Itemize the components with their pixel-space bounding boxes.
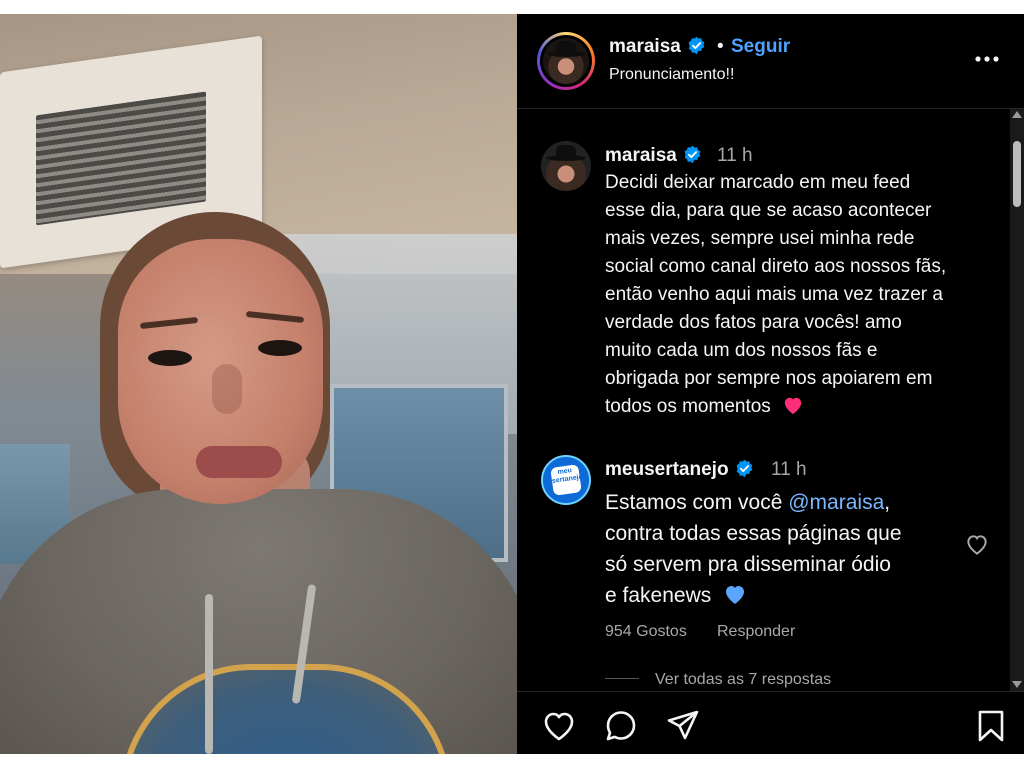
meusertanejo-logo-text: meu sertanejo [551, 467, 584, 485]
scrollbar-thumb[interactable] [1013, 141, 1021, 207]
verified-badge-icon [736, 459, 752, 478]
comment-line: social como canal direto aos nossos fãs, [605, 256, 947, 277]
comment-timestamp: 11 h [717, 145, 753, 166]
pink-heart-icon [784, 397, 802, 415]
comment-username-link[interactable]: meusertanejo [605, 459, 754, 481]
post-header: maraisa • Seguir Pronunciamento!! [517, 14, 1024, 109]
view-replies-line [605, 678, 639, 679]
more-horizontal-icon[interactable] [972, 44, 1002, 74]
comment-line: Estamos com você @maraisa, [605, 487, 902, 518]
comment-line: obrigada por sempre nos apoiarem em [605, 368, 933, 389]
comment-avatar[interactable]: meu sertanejo [541, 455, 591, 505]
comment-line-last: e fakenews [605, 580, 902, 611]
comment-line: Decidi deixar marcado em meu feed [605, 172, 911, 193]
mention-link[interactable]: @maraisa [788, 491, 884, 514]
scroll-up-arrow-icon[interactable] [1012, 111, 1022, 118]
author-avatar[interactable] [537, 32, 595, 90]
photo-nose [212, 364, 242, 414]
view-replies-button[interactable]: Ver todas as 7 respostas [605, 671, 831, 689]
comment-text-suffix: , [884, 491, 891, 514]
verified-badge-icon [684, 145, 701, 164]
scroll-down-arrow-icon[interactable] [1012, 681, 1022, 688]
verified-badge-icon [688, 36, 705, 55]
comment-line-last: todos os momentos [605, 393, 946, 421]
comment-line: contra todas essas páginas que [605, 522, 902, 545]
send-icon[interactable] [665, 708, 701, 744]
reply-button[interactable]: Responder [717, 623, 795, 641]
photo-ac-vent [36, 91, 206, 226]
post-actions-bar [517, 691, 1024, 755]
comment-username: meusertanejo [605, 459, 729, 480]
post-side-panel: maraisa • Seguir Pronunciamento!! marais… [517, 14, 1024, 754]
bookmark-icon[interactable] [973, 708, 1009, 744]
author-username: maraisa [609, 36, 681, 57]
comment-username: maraisa [605, 145, 677, 166]
photo-eye [148, 350, 192, 366]
avatar-border [540, 35, 592, 87]
comment-like-icon[interactable] [964, 532, 990, 558]
meusertanejo-logo: meu sertanejo [550, 464, 584, 496]
photo-eye [258, 340, 302, 356]
comment-line: verdade dos fatos para vocês! amo [605, 312, 902, 333]
comments-scrollbar[interactable] [1010, 109, 1024, 691]
comment-line: só servem pra disseminar ódio [605, 553, 891, 576]
comment-text: Estamos com você @maraisa, contra todas … [605, 487, 902, 611]
comment-line: e fakenews [605, 584, 712, 607]
comment-timestamp: 11 h [771, 459, 807, 480]
follow-button[interactable]: Seguir [731, 36, 790, 58]
photo-hood-string [205, 594, 213, 754]
photo-lips [196, 446, 282, 478]
comment-avatar[interactable] [541, 141, 591, 191]
avatar-image [543, 38, 589, 84]
header-separator: • [717, 36, 724, 57]
comment-icon[interactable] [603, 708, 639, 744]
blue-heart-icon [726, 586, 745, 604]
comment-line: mais vezes, sempre usei minha rede [605, 228, 915, 249]
heart-outline-icon[interactable] [541, 708, 577, 744]
hat-brim [547, 51, 585, 57]
comments-list[interactable]: maraisa 11 h Decidi deixar marcado em me… [517, 109, 1010, 691]
comment-line: muito cada um dos nossos fãs e [605, 340, 878, 361]
view-replies-label: Ver todas as 7 respostas [655, 671, 832, 688]
comment-text: Decidi deixar marcado em meu feed esse d… [605, 169, 946, 421]
comment-like-count[interactable]: 954 Gostos [605, 623, 687, 641]
comment-line: todos os momentos [605, 396, 771, 417]
comment-text-prefix: Estamos com você [605, 491, 789, 514]
comment-line: então venho aqui mais uma vez trazer a [605, 284, 943, 305]
author-username-link[interactable]: maraisa [609, 36, 706, 58]
hat-brim [546, 155, 586, 161]
post-photo[interactable] [0, 14, 517, 754]
comment-username-link[interactable]: maraisa [605, 145, 702, 167]
comment-line: esse dia, para que se acaso acontecer [605, 200, 932, 221]
post-caption: Pronunciamento!! [609, 66, 735, 83]
instagram-post-window: maraisa • Seguir Pronunciamento!! marais… [0, 14, 1024, 754]
